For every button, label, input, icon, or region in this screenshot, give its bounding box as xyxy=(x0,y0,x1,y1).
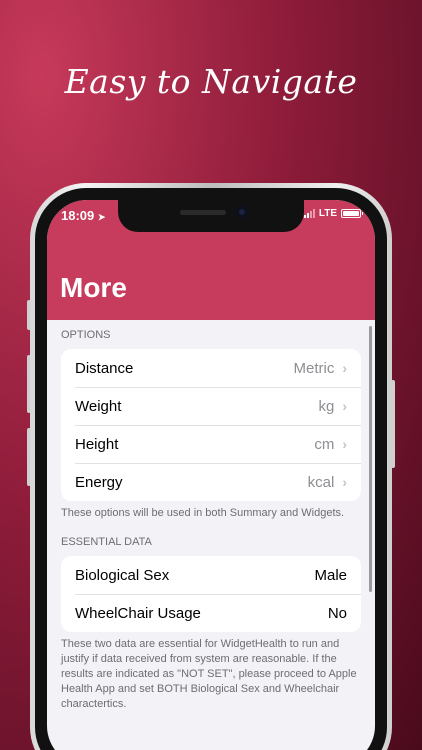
status-time: 18:09 ➤ xyxy=(61,208,105,223)
row-value: Metric xyxy=(293,359,335,377)
signal-icon xyxy=(303,209,315,218)
speaker xyxy=(180,210,226,215)
options-row-height[interactable]: Height cm › xyxy=(61,425,361,463)
essential-section-header: ESSENTIAL DATA xyxy=(61,536,152,548)
network-label: LTE xyxy=(318,208,337,219)
essential-footer: These two data are essential for WidgetH… xyxy=(61,638,357,710)
scrollbar[interactable] xyxy=(369,326,372,592)
chevron-right-icon: › xyxy=(342,398,347,414)
options-group: Distance Metric › Weight kg › Height cm … xyxy=(61,349,361,501)
row-value: No xyxy=(327,604,347,622)
essential-row-biological-sex[interactable]: Biological Sex Male xyxy=(61,556,361,594)
options-row-weight[interactable]: Weight kg › xyxy=(61,387,361,425)
camera-icon xyxy=(236,206,248,218)
row-label: Height xyxy=(75,435,119,453)
options-row-distance[interactable]: Distance Metric › xyxy=(61,349,361,387)
options-row-energy[interactable]: Energy kcal › xyxy=(61,463,361,501)
notch xyxy=(118,200,304,232)
chevron-right-icon: › xyxy=(342,360,347,376)
row-value: kg xyxy=(318,397,335,415)
row-label: Biological Sex xyxy=(75,566,170,584)
row-label: Energy xyxy=(75,473,123,491)
page-title: More xyxy=(60,272,127,303)
location-arrow-icon: ➤ xyxy=(97,212,106,222)
row-label: Weight xyxy=(75,397,122,415)
row-value: kcal xyxy=(307,473,335,491)
row-label: WheelChair Usage xyxy=(75,604,201,622)
row-label: Distance xyxy=(75,359,134,377)
row-value: Male xyxy=(314,566,347,584)
status-time-text: 18:09 xyxy=(61,208,95,223)
battery-icon xyxy=(341,209,363,218)
settings-list[interactable]: OPTIONS Distance Metric › Weight kg › He… xyxy=(47,320,375,718)
chevron-right-icon: › xyxy=(342,436,347,452)
chevron-right-icon: › xyxy=(342,474,347,490)
essential-group: Biological Sex Male WheelChair Usage No xyxy=(61,556,361,632)
status-indicators: LTE xyxy=(303,208,363,219)
row-value: cm xyxy=(314,435,335,453)
promo-headline: Easy to Navigate xyxy=(64,62,358,101)
app-screen: 18:09 ➤ LTE More OPTIONS Distance Metric… xyxy=(47,200,375,750)
essential-row-wheelchair[interactable]: WheelChair Usage No xyxy=(61,594,361,632)
options-footer: These options will be used in both Summa… xyxy=(61,507,345,519)
phone-frame: 18:09 ➤ LTE More OPTIONS Distance Metric… xyxy=(30,183,392,750)
options-section-header: OPTIONS xyxy=(61,329,111,341)
